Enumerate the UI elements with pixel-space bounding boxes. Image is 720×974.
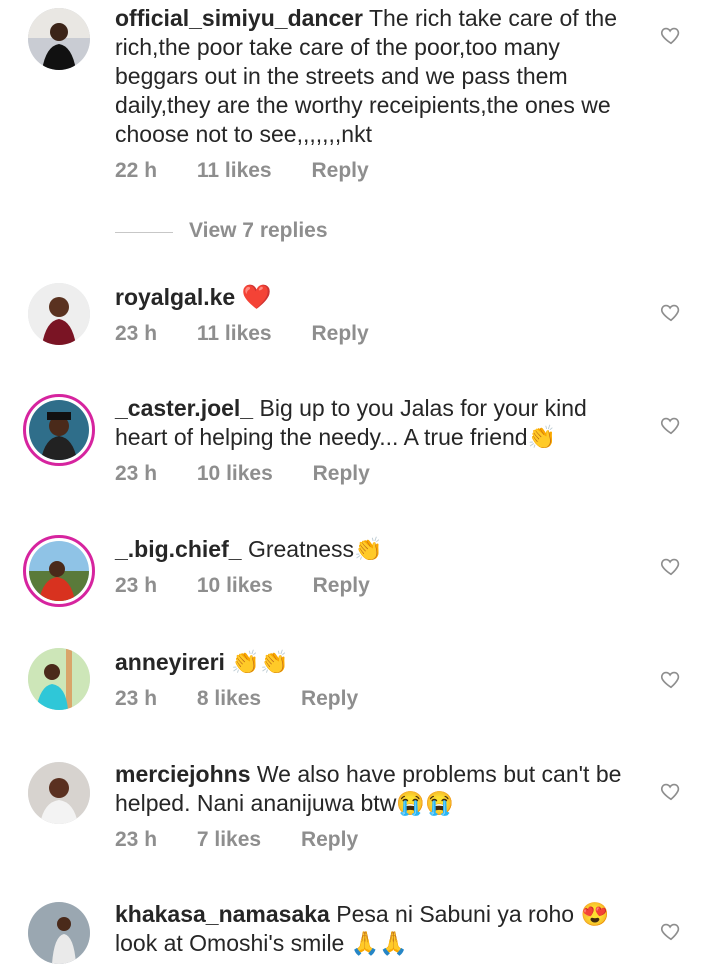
avatar[interactable] bbox=[28, 902, 90, 964]
reply-button[interactable]: Reply bbox=[313, 574, 370, 597]
comment-body: _.big.chief_ Greatness👏 23 h 10 likes Re… bbox=[115, 535, 635, 598]
heart-outline-icon[interactable] bbox=[660, 301, 682, 323]
avatar-image bbox=[28, 762, 90, 824]
comment-content: 👏👏 bbox=[231, 649, 289, 675]
comment-username[interactable]: official_simiyu_dancer bbox=[115, 5, 363, 31]
comment-meta: 22 h 11 likes Reply bbox=[115, 159, 635, 183]
avatar-image bbox=[29, 541, 89, 601]
comment-meta: 23 h 8 likes Reply bbox=[115, 687, 635, 711]
comment-body: anneyireri 👏👏 23 h 8 likes Reply bbox=[115, 648, 635, 711]
comment-likes[interactable]: 7 likes bbox=[197, 828, 261, 851]
comment-likes[interactable]: 10 likes bbox=[197, 462, 273, 485]
comment-content: Greatness👏 bbox=[247, 536, 383, 562]
comment-time: 23 h bbox=[115, 574, 158, 597]
comment-meta: 23 h 7 likes Reply bbox=[115, 828, 635, 852]
comment-body: _caster.joel_ Big up to you Jalas for yo… bbox=[115, 394, 635, 486]
avatar[interactable] bbox=[23, 535, 95, 607]
comment-meta: 23 h 10 likes Reply bbox=[115, 574, 635, 598]
avatar-image bbox=[28, 648, 90, 710]
avatar-image bbox=[28, 902, 90, 964]
comment-body: official_simiyu_dancer The rich take car… bbox=[115, 4, 635, 183]
heart-outline-icon[interactable] bbox=[660, 920, 682, 942]
comment-time: 23 h bbox=[115, 828, 158, 851]
comment-text: royalgal.ke ❤️ bbox=[115, 283, 635, 312]
reply-button[interactable]: Reply bbox=[301, 828, 358, 851]
avatar[interactable] bbox=[23, 394, 95, 466]
comment-text: anneyireri 👏👏 bbox=[115, 648, 635, 677]
avatar[interactable] bbox=[28, 648, 90, 710]
heart-outline-icon[interactable] bbox=[660, 414, 682, 436]
comment-text: _caster.joel_ Big up to you Jalas for yo… bbox=[115, 394, 635, 452]
view-replies-button[interactable]: View 7 replies bbox=[189, 219, 328, 243]
reply-button[interactable]: Reply bbox=[301, 687, 358, 710]
comment-meta: 23 h 11 likes Reply bbox=[115, 322, 635, 346]
heart-outline-icon[interactable] bbox=[660, 24, 682, 46]
comment-time: 23 h bbox=[115, 462, 158, 485]
comment-username[interactable]: merciejohns bbox=[115, 761, 251, 787]
comment-body: merciejohns We also have problems but ca… bbox=[115, 760, 635, 852]
reply-button[interactable]: Reply bbox=[311, 159, 368, 182]
heart-outline-icon[interactable] bbox=[660, 780, 682, 802]
reply-button[interactable]: Reply bbox=[311, 322, 368, 345]
comment-time: 23 h bbox=[115, 322, 158, 345]
avatar[interactable] bbox=[28, 762, 90, 824]
avatar-image bbox=[28, 283, 90, 345]
avatar-image bbox=[28, 8, 90, 70]
comment-text: official_simiyu_dancer The rich take car… bbox=[115, 4, 635, 149]
comment-text: khakasa_namasaka Pesa ni Sabuni ya roho … bbox=[115, 900, 635, 958]
comment-time: 22 h bbox=[115, 159, 158, 182]
reply-button[interactable]: Reply bbox=[313, 462, 370, 485]
comment-username[interactable]: _caster.joel_ bbox=[115, 395, 253, 421]
heart-outline-icon[interactable] bbox=[660, 555, 682, 577]
comment-body: khakasa_namasaka Pesa ni Sabuni ya roho … bbox=[115, 900, 635, 958]
view-replies-line bbox=[115, 232, 173, 233]
comment-likes[interactable]: 11 likes bbox=[197, 322, 272, 345]
comment-body: royalgal.ke ❤️ 23 h 11 likes Reply bbox=[115, 283, 635, 346]
comment-text: _.big.chief_ Greatness👏 bbox=[115, 535, 635, 564]
comment-likes[interactable]: 11 likes bbox=[197, 159, 272, 182]
comment-meta: 23 h 10 likes Reply bbox=[115, 462, 635, 486]
comment-likes[interactable]: 8 likes bbox=[197, 687, 261, 710]
comment-time: 23 h bbox=[115, 687, 158, 710]
comment-username[interactable]: _.big.chief_ bbox=[115, 536, 242, 562]
avatar[interactable] bbox=[28, 283, 90, 345]
comment-username[interactable]: anneyireri bbox=[115, 649, 225, 675]
comment-text: merciejohns We also have problems but ca… bbox=[115, 760, 635, 818]
avatar-image bbox=[29, 400, 89, 460]
avatar[interactable] bbox=[28, 8, 90, 70]
comments-list: official_simiyu_dancer The rich take car… bbox=[0, 0, 720, 974]
comment-content: ❤️ bbox=[241, 284, 272, 311]
comment-username[interactable]: khakasa_namasaka bbox=[115, 901, 330, 927]
comment-likes[interactable]: 10 likes bbox=[197, 574, 273, 597]
heart-outline-icon[interactable] bbox=[660, 668, 682, 690]
comment-username[interactable]: royalgal.ke bbox=[115, 284, 235, 310]
